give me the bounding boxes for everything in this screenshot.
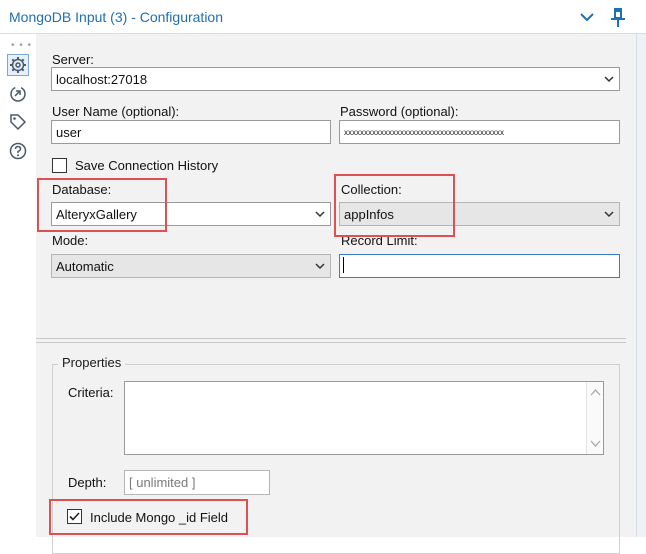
username-label: User Name (optional):: [52, 104, 180, 119]
save-history-checkbox[interactable]: [52, 158, 67, 173]
chevron-down-icon[interactable]: [578, 8, 596, 26]
password-label: Password (optional):: [340, 104, 459, 119]
gear-icon: [10, 57, 26, 73]
username-input[interactable]: user: [51, 120, 331, 144]
tag-icon: [10, 114, 27, 131]
server-label: Server:: [52, 52, 94, 67]
properties-group-label: Properties: [58, 355, 126, 370]
collection-dropdown[interactable]: appInfos: [339, 202, 620, 226]
database-label: Database:: [52, 182, 112, 197]
mode-label: Mode:: [52, 233, 89, 248]
configuration-tab[interactable]: [7, 54, 29, 76]
section-divider: [36, 342, 626, 343]
chevron-down-icon: [604, 76, 614, 83]
mode-dropdown[interactable]: Automatic: [51, 254, 331, 278]
server-value: localhost:27018: [56, 72, 148, 87]
tag-tab[interactable]: [7, 111, 29, 133]
help-tab[interactable]: [7, 140, 29, 162]
criteria-label: Criteria:: [68, 385, 114, 400]
depth-input[interactable]: [ unlimited ]: [124, 470, 270, 495]
record-limit-input[interactable]: [339, 254, 620, 278]
depth-label: Depth:: [68, 475, 107, 490]
annotation-tab[interactable]: [7, 83, 29, 105]
question-icon: [9, 142, 27, 160]
grip-dots-icon: • • •: [11, 40, 33, 51]
collection-label: Collection:: [341, 182, 402, 197]
database-value: AlteryxGallery: [56, 207, 137, 222]
collection-value: appInfos: [344, 207, 394, 222]
check-icon: [69, 512, 80, 521]
password-input[interactable]: xxxxxxxxxxxxxxxxxxxxxxxxxxxxxxxxxxxxxxxx: [339, 120, 620, 144]
window-title-bar: MongoDB Input (3) - Configuration: [0, 0, 646, 34]
chevron-down-icon: [315, 263, 325, 270]
database-dropdown[interactable]: AlteryxGallery: [51, 202, 331, 226]
save-history-label: Save Connection History: [75, 158, 219, 173]
panel-right-edge: [636, 34, 646, 537]
mode-value: Automatic: [56, 259, 114, 274]
scroll-arrows-icon: [590, 389, 601, 447]
pin-icon[interactable]: [608, 6, 628, 28]
include-id-checkbox[interactable]: [67, 509, 82, 524]
chevron-down-icon: [315, 211, 325, 218]
criteria-textarea[interactable]: [124, 381, 604, 455]
server-dropdown[interactable]: localhost:27018: [51, 67, 620, 91]
record-limit-label: Record Limit:: [341, 233, 418, 248]
section-divider: [36, 338, 626, 339]
include-id-label: Include Mongo _id Field: [90, 510, 229, 525]
text-caret: [343, 257, 344, 273]
arrow-circle-icon: [10, 86, 26, 102]
criteria-scrollbar[interactable]: [586, 382, 603, 454]
chevron-down-icon: [604, 211, 614, 218]
tool-strip: • • •: [0, 34, 36, 537]
window-title: MongoDB Input (3) - Configuration: [9, 9, 223, 25]
